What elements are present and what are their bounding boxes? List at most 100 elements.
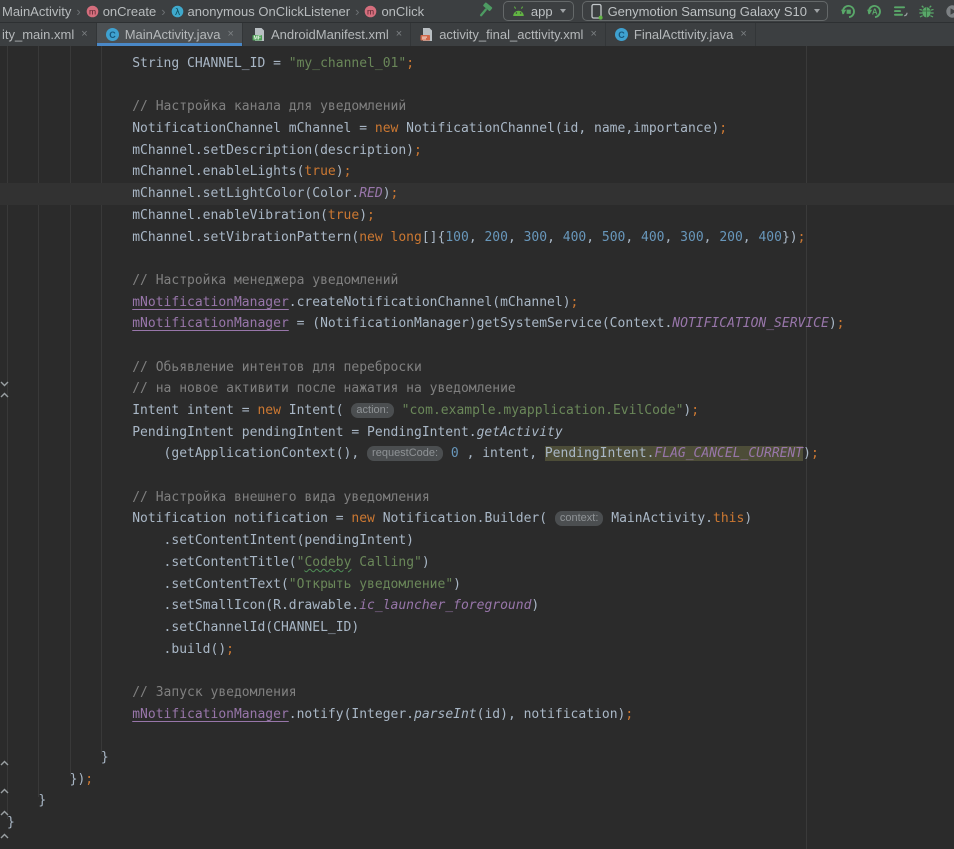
tab-MainActivity.java[interactable]: C MainActivity.java ×: [97, 23, 243, 46]
tab-label: MainActivity.java: [125, 27, 221, 42]
breadcrumb-separator: ›: [75, 4, 81, 19]
code-line[interactable]: // Настройка внешнего вида уведомления: [7, 487, 954, 509]
java-class-icon: C: [105, 27, 120, 42]
code-line[interactable]: String CHANNEL_ID = "my_channel_01";: [7, 53, 954, 75]
fold-marker-icon[interactable]: [0, 753, 9, 759]
tab-FinalActtivity.java[interactable]: C FinalActtivity.java ×: [606, 23, 756, 46]
code-line[interactable]: mChannel.setLightColor(Color.RED);: [0, 183, 954, 205]
tab-activity_final_acttivity.xml[interactable]: activity_final_acttivity.xml ×: [411, 23, 606, 46]
apply-code-changes-icon[interactable]: A: [866, 3, 883, 20]
breadcrumb-label: onCreate: [103, 4, 156, 19]
code-line[interactable]: .build();: [7, 639, 954, 661]
parameter-hint: context:: [555, 511, 604, 526]
code-line[interactable]: .setContentTitle("Codeby Calling"): [7, 552, 954, 574]
code-line[interactable]: [7, 725, 954, 747]
build-hammer-icon[interactable]: [475, 2, 495, 20]
editor-tabs: ity_main.xml × C MainActivity.java × MF Androi…: [0, 23, 954, 46]
code-line[interactable]: }: [7, 790, 954, 812]
close-icon[interactable]: ×: [228, 29, 234, 40]
code-line[interactable]: });: [7, 769, 954, 791]
svg-text:C: C: [109, 30, 116, 40]
svg-text:λ: λ: [174, 7, 180, 17]
code-line[interactable]: NotificationChannel mChannel = new Notif…: [7, 118, 954, 140]
breadcrumb-item[interactable]: m onCreate: [86, 4, 156, 19]
code-line[interactable]: // Обьявление интентов для переброски: [7, 357, 954, 379]
code-line[interactable]: mNotificationManager = (NotificationMana…: [7, 313, 954, 335]
method-icon: m: [364, 5, 377, 18]
tab-ity_main.xml[interactable]: ity_main.xml ×: [0, 23, 97, 46]
breadcrumb-separator: ›: [160, 4, 166, 19]
chevron-down-icon: [560, 9, 566, 13]
close-icon[interactable]: ×: [740, 29, 746, 40]
tab-label: activity_final_acttivity.xml: [439, 27, 583, 42]
code-line[interactable]: Notification notification = new Notifica…: [7, 508, 954, 530]
apply-changes-restart-icon[interactable]: [840, 3, 857, 20]
close-icon[interactable]: ×: [81, 29, 87, 40]
device-select[interactable]: Genymotion Samsung Galaxy S10: [582, 1, 828, 21]
code-line[interactable]: mChannel.enableVibration(true);: [7, 205, 954, 227]
code-line[interactable]: // на новое активити после нажатия на ув…: [7, 378, 954, 400]
svg-text:m: m: [367, 6, 374, 16]
anonymous-class-icon: λ: [171, 5, 184, 18]
code-line[interactable]: [7, 75, 954, 97]
close-icon[interactable]: ×: [590, 29, 596, 40]
code-line[interactable]: mChannel.setVibrationPattern(new long[]{…: [7, 227, 954, 249]
breadcrumb-separator: ›: [354, 4, 360, 19]
code-line[interactable]: // Настройка канала для уведомлений: [7, 96, 954, 118]
code-line[interactable]: (getApplicationContext(), requestCode: 0…: [7, 443, 954, 465]
breadcrumb-item[interactable]: λ anonymous OnClickListener: [171, 4, 351, 19]
android-icon: [511, 6, 526, 17]
code-line[interactable]: .setChannelId(CHANNEL_ID): [7, 617, 954, 639]
code-line[interactable]: .setContentIntent(pendingIntent): [7, 530, 954, 552]
code-line[interactable]: PendingIntent pendingIntent = PendingInt…: [7, 422, 954, 444]
svg-text:MF: MF: [253, 35, 261, 41]
tab-label: AndroidManifest.xml: [271, 27, 389, 42]
tab-AndroidManifest.xml[interactable]: MF AndroidManifest.xml ×: [243, 23, 411, 46]
breadcrumb-item[interactable]: MainActivity: [2, 4, 71, 19]
main-toolbar: MainActivity › m onCreate › λ anonymous OnClic…: [0, 0, 954, 23]
fold-marker-icon[interactable]: [0, 385, 9, 391]
code-line[interactable]: [7, 660, 954, 682]
attach-debugger-icon[interactable]: [944, 3, 954, 20]
profiler-icon[interactable]: [892, 3, 909, 20]
code-line[interactable]: }: [7, 812, 954, 834]
code-line[interactable]: mNotificationManager.notify(Integer.pars…: [7, 704, 954, 726]
tab-label: ity_main.xml: [2, 27, 74, 42]
fold-marker-icon[interactable]: [0, 803, 9, 809]
method-icon: m: [86, 5, 99, 18]
svg-text:C: C: [618, 30, 625, 40]
code-line[interactable]: Intent intent = new Intent( action: "com…: [7, 400, 954, 422]
code-line[interactable]: // Настройка менеджера уведомлений: [7, 270, 954, 292]
code-line[interactable]: [7, 335, 954, 357]
code-line[interactable]: }: [7, 747, 954, 769]
code-line[interactable]: [7, 248, 954, 270]
code-line[interactable]: .setContentText("Открыть уведомление"): [7, 574, 954, 596]
code-line[interactable]: mChannel.setDescription(description);: [7, 140, 954, 162]
breadcrumb: MainActivity › m onCreate › λ anonymous OnClic…: [2, 4, 424, 19]
run-config-select[interactable]: app: [503, 1, 574, 21]
breadcrumb-item[interactable]: m onClick: [364, 4, 424, 19]
close-icon[interactable]: ×: [396, 29, 402, 40]
editor[interactable]: String CHANNEL_ID = "my_channel_01"; // …: [0, 46, 954, 849]
code-line[interactable]: // Запуск уведомления: [7, 682, 954, 704]
toolbar-actions: A: [840, 3, 954, 20]
breadcrumb-label: onClick: [381, 4, 424, 19]
fold-marker-icon[interactable]: [0, 374, 9, 380]
device-label: Genymotion Samsung Galaxy S10: [608, 4, 807, 19]
fold-marker-icon[interactable]: [0, 781, 9, 787]
code-line[interactable]: [7, 465, 954, 487]
code-line[interactable]: .setSmallIcon(R.drawable.ic_launcher_for…: [7, 595, 954, 617]
debug-icon[interactable]: [918, 3, 935, 20]
code-line[interactable]: mNotificationManager.createNotificationC…: [7, 292, 954, 314]
breadcrumb-label: anonymous OnClickListener: [188, 4, 351, 19]
parameter-hint: action:: [351, 403, 393, 418]
fold-marker-icon[interactable]: [0, 826, 9, 832]
code-area[interactable]: String CHANNEL_ID = "my_channel_01"; // …: [7, 53, 954, 834]
run-config-label: app: [531, 4, 553, 19]
tab-label: FinalActtivity.java: [634, 27, 733, 42]
svg-text:m: m: [89, 6, 96, 16]
manifest-icon: MF: [251, 27, 266, 42]
code-line[interactable]: mChannel.enableLights(true);: [7, 161, 954, 183]
xml-layout-icon: [419, 27, 434, 42]
parameter-hint: requestCode:: [367, 446, 443, 461]
